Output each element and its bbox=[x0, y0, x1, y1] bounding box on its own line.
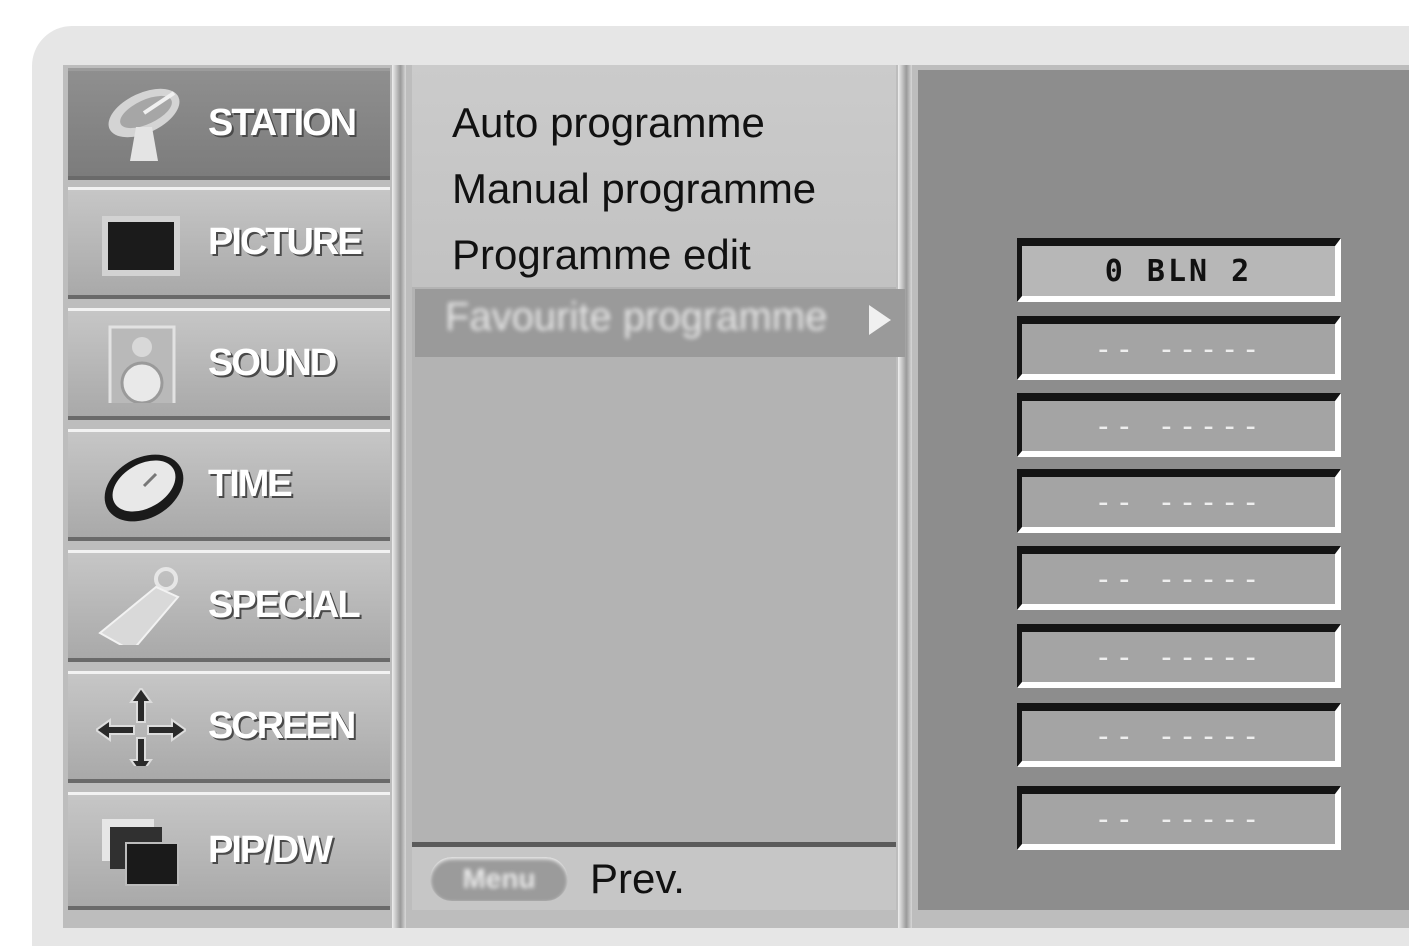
submenu-panel: Auto programme Manual programme Programm… bbox=[412, 65, 896, 910]
category-picture[interactable]: PICTURE bbox=[68, 187, 390, 299]
category-pip-dw[interactable]: PIP/DW bbox=[68, 792, 390, 910]
favourite-slot-5[interactable]: -- ----- bbox=[1017, 546, 1341, 610]
menu-item-favourite-programme[interactable]: Favourite programme bbox=[415, 289, 905, 357]
menu-item-programme-edit[interactable]: Programme edit bbox=[452, 231, 751, 279]
category-label: SPECIAL bbox=[208, 584, 361, 626]
category-label: PIP/DW bbox=[208, 829, 333, 871]
submenu-footer: Menu Prev. bbox=[412, 842, 896, 910]
menu-button-label: Menu bbox=[462, 863, 536, 894]
category-label: SOUND bbox=[208, 342, 337, 384]
category-screen[interactable]: SCREEN bbox=[68, 671, 390, 783]
favourite-slot-2[interactable]: -- ----- bbox=[1017, 316, 1341, 380]
menu-button[interactable]: Menu bbox=[430, 857, 568, 901]
category-label: SCREEN bbox=[208, 705, 356, 747]
category-time[interactable]: TIME bbox=[68, 429, 390, 541]
favourite-slot-8[interactable]: -- ----- bbox=[1017, 786, 1341, 850]
divider bbox=[392, 65, 406, 928]
category-special[interactable]: SPECIAL bbox=[68, 550, 390, 662]
category-label: PICTURE bbox=[208, 221, 363, 263]
arrow-right-icon bbox=[869, 305, 891, 335]
category-sound[interactable]: SOUND bbox=[68, 308, 390, 420]
category-label: TIME bbox=[208, 463, 293, 505]
divider bbox=[898, 65, 912, 928]
menu-item-label: Favourite programme bbox=[445, 295, 828, 339]
menu-item-auto-programme[interactable]: Auto programme bbox=[452, 99, 765, 147]
speaker-icon bbox=[108, 325, 176, 403]
pip-windows-icon bbox=[102, 819, 179, 886]
satellite-dish-icon bbox=[108, 88, 180, 161]
menu-item-manual-programme[interactable]: Manual programme bbox=[452, 165, 816, 213]
move-arrows-icon bbox=[96, 688, 186, 766]
category-station[interactable]: STATION bbox=[68, 68, 390, 180]
favourite-slot-4[interactable]: -- ----- bbox=[1017, 469, 1341, 533]
key-tag-icon bbox=[98, 567, 180, 645]
prev-label: Prev. bbox=[590, 855, 685, 902]
favourite-slot-7[interactable]: -- ----- bbox=[1017, 703, 1341, 767]
favourite-slot-1[interactable]: 0 BLN 2 bbox=[1017, 238, 1341, 302]
favourite-slot-3[interactable]: -- ----- bbox=[1017, 393, 1341, 457]
favourite-slot-6[interactable]: -- ----- bbox=[1017, 624, 1341, 688]
tv-screen-icon bbox=[102, 216, 180, 276]
category-label: STATION bbox=[208, 102, 357, 144]
clock-icon bbox=[104, 454, 184, 522]
